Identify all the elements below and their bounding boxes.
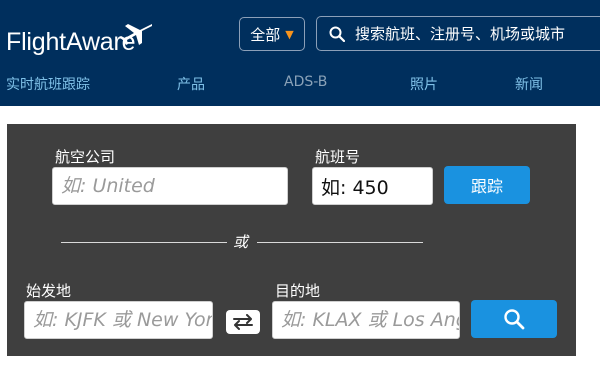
flight-search-panel: 航空公司 航班号 跟踪 或 始发地 目的地 bbox=[7, 124, 576, 356]
plane-icon bbox=[119, 24, 152, 45]
nav-ads-b[interactable]: ADS-B bbox=[284, 74, 327, 90]
flight-number-label: 航班号 bbox=[315, 148, 361, 166]
airline-field[interactable] bbox=[52, 167, 288, 205]
destination-field[interactable] bbox=[272, 301, 460, 339]
route-search-button[interactable] bbox=[471, 300, 557, 338]
swap-arrows-icon bbox=[233, 314, 253, 330]
origin-field[interactable] bbox=[24, 301, 213, 339]
nav-live-tracking[interactable]: 实时航班跟踪 bbox=[6, 74, 90, 94]
nav-news[interactable]: 新闻 bbox=[515, 74, 543, 94]
chevron-down-icon: ▼ bbox=[285, 27, 294, 41]
search-icon bbox=[329, 26, 345, 42]
search-scope-dropdown[interactable]: 全部 ▼ bbox=[239, 17, 305, 51]
or-separator: 或 bbox=[233, 233, 249, 251]
main-nav: 实时航班跟踪 产品 ADS-B 照片 新闻 bbox=[0, 64, 600, 102]
destination-label: 目的地 bbox=[275, 282, 321, 300]
nav-photos[interactable]: 照片 bbox=[410, 74, 438, 94]
track-button[interactable]: 跟踪 bbox=[444, 166, 530, 204]
flight-number-input[interactable] bbox=[321, 175, 432, 197]
origin-label: 始发地 bbox=[26, 282, 72, 300]
destination-input[interactable] bbox=[281, 309, 459, 331]
origin-input[interactable] bbox=[33, 309, 212, 331]
divider-left bbox=[61, 242, 227, 243]
airline-label: 航空公司 bbox=[55, 148, 116, 166]
flight-number-field[interactable] bbox=[312, 167, 433, 205]
search-icon bbox=[504, 309, 525, 330]
divider-right bbox=[257, 242, 423, 243]
scope-label: 全部 bbox=[250, 25, 281, 44]
header-search-input[interactable] bbox=[355, 24, 595, 43]
nav-products[interactable]: 产品 bbox=[177, 74, 205, 94]
airline-input[interactable] bbox=[61, 175, 287, 197]
flightaware-logo[interactable]: FlightAware bbox=[4, 20, 154, 62]
header-search-bar[interactable] bbox=[316, 16, 600, 51]
site-header: FlightAware 全部 ▼ 实时航班跟踪 产品 ADS-B 照片 新闻 bbox=[0, 0, 600, 106]
swap-airports-button[interactable] bbox=[226, 310, 260, 334]
